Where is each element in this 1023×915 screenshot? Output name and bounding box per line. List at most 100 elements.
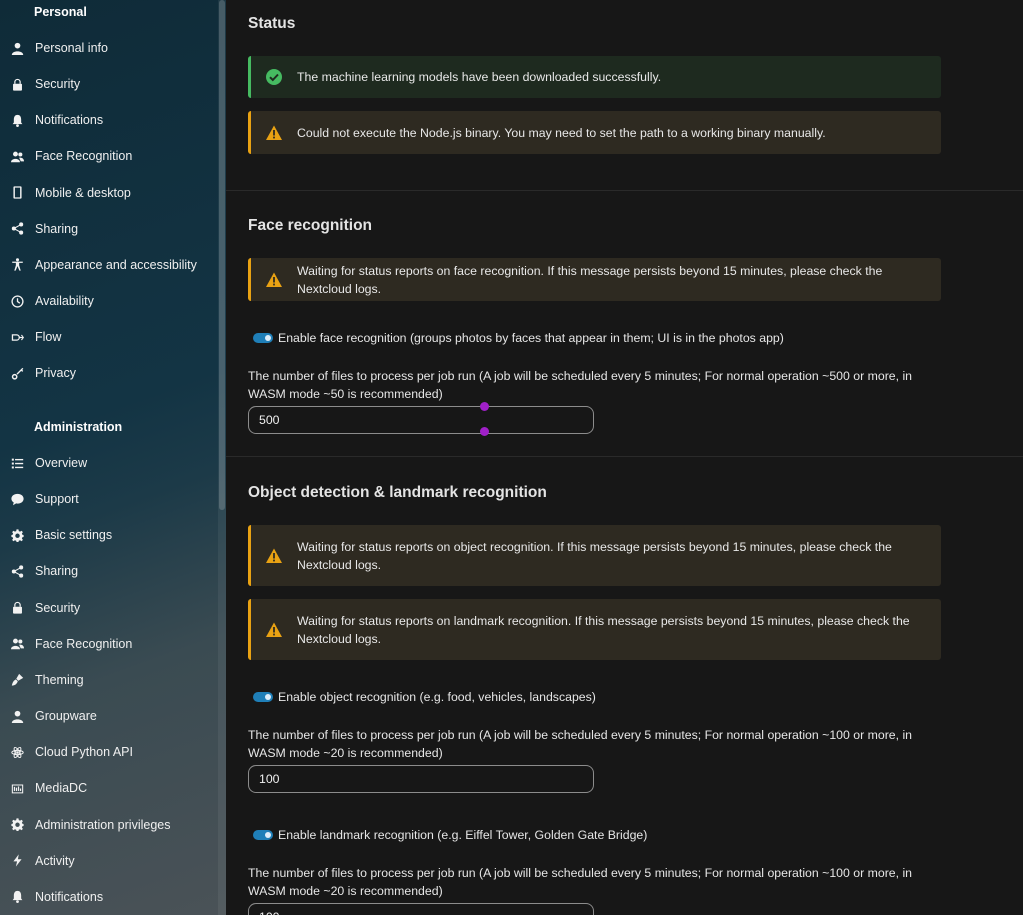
sidebar-item-admin-theming[interactable]: Theming	[0, 665, 216, 695]
sidebar-item-personal-privacy[interactable]: Privacy	[0, 358, 216, 388]
lock-icon	[0, 601, 35, 614]
object-batch-size-input[interactable]	[248, 765, 594, 793]
sidebar-item-admin-face-recognition[interactable]: Face Recognition	[0, 629, 216, 659]
sidebar-scrollbar-thumb[interactable]	[219, 0, 225, 510]
sidebar-item-admin-overview[interactable]: Overview	[0, 448, 216, 478]
warning-icon	[266, 622, 282, 637]
sidebar-item-admin-sharing[interactable]: Sharing	[0, 556, 216, 586]
sidebar-item-personal-personal-info[interactable]: Personal info	[0, 33, 216, 63]
object-recognition-toggle-label: Enable object recognition (e.g. food, ve…	[278, 690, 596, 704]
sidebar-item-label: Appearance and accessibility	[35, 257, 197, 272]
sidebar-item-label: Administration privileges	[35, 817, 171, 832]
lock-icon	[0, 78, 35, 91]
sidebar-item-label: Sharing	[35, 564, 79, 579]
sidebar-item-label: Privacy	[35, 366, 76, 381]
sidebar-item-label: Flow	[35, 330, 62, 345]
warning-icon	[266, 548, 282, 563]
sidebar-item-personal-availability[interactable]: Availability	[0, 286, 216, 316]
sidebar-item-admin-administration-privileges[interactable]: Administration privileges	[0, 810, 216, 840]
face-batch-description: The number of files to process per job r…	[248, 369, 913, 401]
sidebar-item-label: Sharing	[35, 221, 79, 236]
sidebar-item-personal-security[interactable]: Security	[0, 69, 216, 99]
sidebar-item-admin-notifications[interactable]: Notifications	[0, 882, 216, 912]
face-recognition-toggle-label: Enable face recognition (groups photos b…	[278, 331, 784, 345]
input-drag-handle-top[interactable]	[480, 402, 489, 411]
sidebar-item-personal-appearance-and-accessibility[interactable]: Appearance and accessibility	[0, 250, 216, 280]
sidebar-item-label: Security	[35, 600, 81, 615]
face-batch-size-input[interactable]	[248, 406, 594, 434]
landmark-batch-description: The number of files to process per job r…	[248, 866, 913, 898]
success-alert: The machine learning models have been do…	[248, 56, 941, 98]
sidebar-item-admin-basic-settings[interactable]: Basic settings	[0, 520, 216, 550]
landmark-recognition-toggle[interactable]	[253, 830, 273, 840]
sidebar-item-label: Mobile & desktop	[35, 185, 131, 200]
settings-sidebar: Personal Personal info Security Notificati…	[0, 0, 226, 915]
administration-section-title: Administration	[34, 420, 123, 434]
sidebar-item-label: Availability	[35, 294, 94, 309]
object-detection-heading: Object detection & landmark recognition	[248, 484, 547, 501]
person-icon	[0, 710, 35, 723]
landmark-batch-size-input[interactable]	[248, 903, 594, 915]
personal-section-title: Personal	[34, 5, 87, 19]
object-batch-description: The number of files to process per job r…	[248, 728, 913, 760]
sidebar-item-label: Basic settings	[35, 528, 113, 543]
sidebar-item-personal-face-recognition[interactable]: Face Recognition	[0, 141, 216, 171]
sidebar-item-label: Cloud Python API	[35, 745, 133, 760]
landmark-recognition-toggle-row[interactable]: Enable landmark recognition (e.g. Eiffel…	[253, 828, 647, 842]
person-icon	[0, 42, 35, 55]
section-divider	[226, 456, 1023, 457]
face-warning-alert: Waiting for status reports on face recog…	[248, 258, 941, 301]
object-recognition-toggle-row[interactable]: Enable object recognition (e.g. food, ve…	[253, 690, 596, 704]
object-recognition-toggle[interactable]	[253, 692, 273, 702]
section-divider	[226, 190, 1023, 191]
sidebar-item-label: Overview	[35, 456, 88, 470]
sidebar-item-label: Theming	[35, 672, 84, 687]
success-alert-text: The machine learning models have been do…	[297, 70, 662, 84]
lightning-icon	[0, 854, 35, 867]
bell-icon	[0, 890, 35, 904]
node-warning-alert: Could not execute the Node.js binary. Yo…	[248, 111, 941, 154]
sidebar-item-personal-mobile-desktop[interactable]: Mobile & desktop	[0, 178, 216, 208]
landmark-warning-text: Waiting for status reports on landmark r…	[297, 613, 910, 646]
sidebar-item-label: Security	[35, 77, 81, 92]
sidebar-item-admin-mediadc[interactable]: MediaDC	[0, 773, 216, 803]
share-icon	[0, 222, 35, 235]
status-heading: Status	[248, 15, 296, 32]
landmark-recognition-toggle-label: Enable landmark recognition (e.g. Eiffel…	[278, 828, 648, 842]
sidebar-item-label: MediaDC	[35, 781, 88, 796]
phone-icon	[0, 186, 35, 199]
sidebar-item-label: Personal info	[35, 41, 108, 55]
brush-icon	[0, 673, 35, 686]
key-icon	[0, 367, 35, 380]
sidebar-item-admin-cloud-python-api[interactable]: Cloud Python API	[0, 737, 216, 767]
list-icon	[0, 457, 35, 470]
flow-icon	[0, 331, 35, 344]
bell-icon	[0, 114, 35, 127]
sidebar-item-label: Notifications	[35, 889, 104, 904]
people-icon	[0, 637, 35, 650]
sidebar-item-admin-activity[interactable]: Activity	[0, 846, 216, 876]
face-recognition-toggle-row[interactable]: Enable face recognition (groups photos b…	[253, 331, 784, 345]
clock-icon	[0, 294, 35, 308]
sidebar-item-personal-sharing[interactable]: Sharing	[0, 214, 216, 244]
sidebar-item-personal-notifications[interactable]: Notifications	[0, 105, 216, 135]
sidebar-item-admin-groupware[interactable]: Groupware	[0, 701, 216, 731]
settings-content: Status The machine learning models have …	[226, 0, 1023, 915]
face-warning-text: Waiting for status reports on face recog…	[297, 263, 883, 296]
input-drag-handle-bottom[interactable]	[480, 427, 489, 436]
sidebar-item-label: Groupware	[35, 709, 97, 724]
object-warning-text: Waiting for status reports on object rec…	[297, 539, 892, 572]
warning-icon	[266, 272, 282, 287]
sidebar-item-personal-flow[interactable]: Flow	[0, 322, 216, 352]
sidebar-item-label: Face Recognition	[35, 636, 133, 651]
sidebar-item-label: Face Recognition	[35, 149, 133, 164]
atom-icon	[0, 746, 35, 759]
sidebar-item-label: Activity	[35, 853, 75, 868]
sidebar-item-admin-security[interactable]: Security	[0, 593, 216, 623]
accessibility-icon	[0, 258, 35, 271]
check-circle-icon	[266, 69, 282, 85]
object-warning-alert: Waiting for status reports on object rec…	[248, 525, 941, 586]
face-recognition-heading: Face recognition	[248, 217, 373, 234]
face-recognition-toggle[interactable]	[253, 333, 273, 343]
sidebar-item-admin-support[interactable]: Support	[0, 484, 216, 514]
